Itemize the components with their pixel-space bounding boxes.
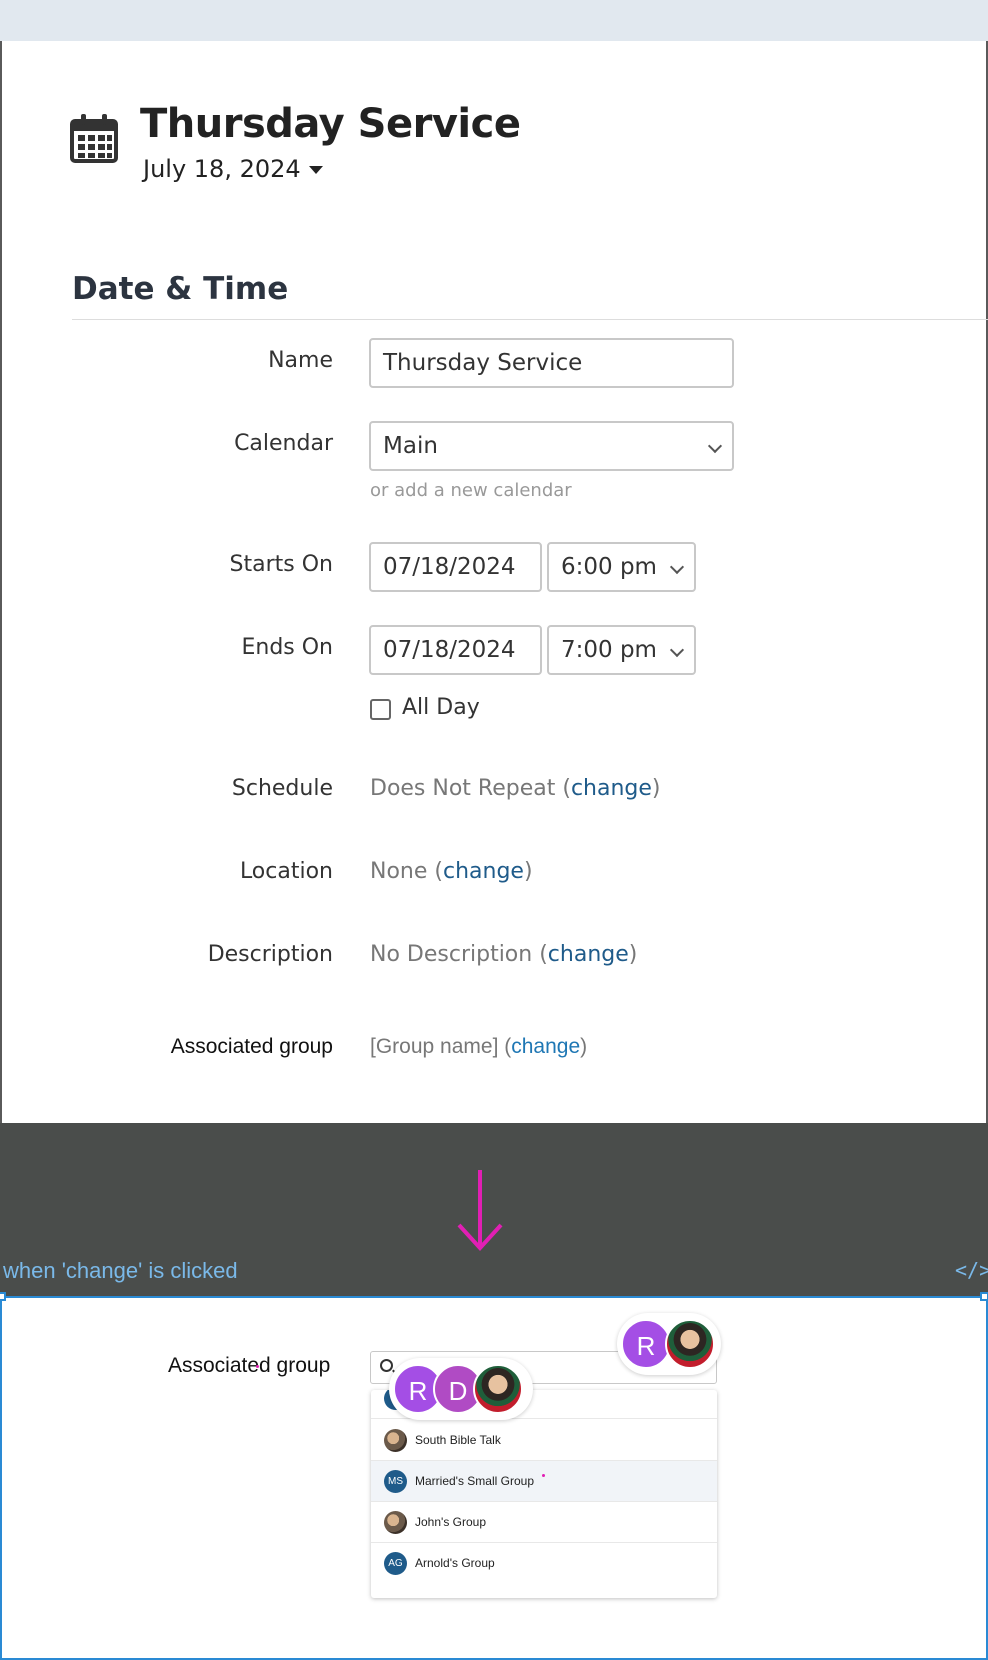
all-day-label: All Day: [402, 695, 480, 720]
top-bar: [0, 0, 988, 41]
location-value-row: None (change): [370, 859, 533, 884]
associated-group-change-link[interactable]: change: [511, 1035, 580, 1058]
calendar-value: Main: [383, 433, 438, 459]
name-value: Thursday Service: [383, 350, 583, 376]
event-date-selector[interactable]: July 18, 2024: [143, 155, 323, 183]
schedule-label: Schedule: [231, 776, 333, 801]
end-time-select[interactable]: 7:00 pm: [547, 625, 696, 675]
group-avatar: [384, 1511, 407, 1534]
collaborator-presence-group: R D: [389, 1358, 533, 1420]
arrow-down-icon: [457, 1170, 503, 1251]
group-name: John's Group: [415, 1515, 486, 1529]
schedule-value-row: Does Not Repeat (change): [370, 776, 661, 801]
end-date-value: 07/18/2024: [383, 637, 516, 663]
associated-group-label: Associated group: [170, 1035, 333, 1058]
location-change-link[interactable]: change: [443, 859, 524, 884]
annotation-caption: when 'change' is clicked: [3, 1258, 238, 1283]
collaborator-avatar-photo[interactable]: [473, 1364, 523, 1414]
end-time-value: 7:00 pm: [561, 637, 657, 663]
cursor-dot: [256, 1365, 259, 1368]
end-date-input[interactable]: 07/18/2024: [369, 625, 542, 675]
start-date-value: 07/18/2024: [383, 554, 516, 580]
collaborator-avatar[interactable]: R: [621, 1319, 671, 1369]
event-page: Thursday Service July 18, 2024 Date & Ti…: [0, 41, 988, 1123]
ends-on-label: Ends On: [241, 635, 333, 660]
associated-group-value: [Group name]: [370, 1035, 499, 1058]
chevron-down-icon: [669, 642, 685, 658]
schedule-change-link[interactable]: change: [571, 776, 652, 801]
list-item[interactable]: John's Group: [371, 1502, 717, 1543]
group-avatar: [384, 1429, 407, 1452]
description-label: Description: [207, 942, 333, 967]
list-item[interactable]: AG Arnold's Group: [371, 1543, 717, 1584]
expanded-associated-group-label: Associated group: [168, 1354, 331, 1377]
group-dropdown: South Bible Talk MS Married's Small Grou…: [371, 1390, 717, 1598]
calendar-label: Calendar: [234, 431, 333, 456]
code-toggle-icon[interactable]: </>: [955, 1258, 988, 1282]
start-time-select[interactable]: 6:00 pm: [547, 542, 696, 592]
location-value: None: [370, 859, 428, 884]
group-name: Arnold's Group: [415, 1556, 495, 1570]
start-time-value: 6:00 pm: [561, 554, 657, 580]
add-calendar-link[interactable]: or add a new calendar: [370, 480, 572, 501]
search-icon: [380, 1359, 393, 1372]
resize-handle-top-left[interactable]: [0, 1292, 6, 1301]
description-value-row: No Description (change): [370, 942, 638, 967]
group-avatar: MS: [384, 1470, 407, 1493]
section-title: Date & Time: [72, 271, 289, 307]
chevron-down-icon: [669, 559, 685, 575]
event-date: July 18, 2024: [143, 155, 301, 183]
chevron-down-icon: [707, 438, 723, 454]
caret-down-icon: [308, 166, 323, 174]
list-item[interactable]: South Bible Talk: [371, 1420, 717, 1461]
location-label: Location: [239, 859, 333, 884]
associated-group-value-row: [Group name] (change): [370, 1035, 588, 1058]
page-title: Thursday Service: [140, 101, 521, 147]
cursor-dot: [542, 1474, 545, 1477]
calendar-select[interactable]: Main: [369, 421, 734, 471]
description-value: No Description: [370, 942, 533, 967]
collaborator-avatar-photo[interactable]: [665, 1319, 715, 1369]
resize-handle-top-right[interactable]: [980, 1292, 988, 1301]
group-avatar: AG: [384, 1552, 407, 1575]
starts-on-label: Starts On: [229, 552, 333, 577]
name-input[interactable]: Thursday Service: [369, 338, 734, 388]
description-change-link[interactable]: change: [548, 942, 629, 967]
all-day-checkbox[interactable]: [370, 699, 391, 720]
name-label: Name: [268, 348, 333, 373]
section-divider: [72, 319, 988, 320]
schedule-value: Does Not Repeat: [370, 776, 556, 801]
group-name: Married's Small Group: [415, 1474, 534, 1488]
start-date-input[interactable]: 07/18/2024: [369, 542, 542, 592]
group-name: South Bible Talk: [415, 1433, 501, 1447]
list-item[interactable]: MS Married's Small Group: [371, 1461, 717, 1502]
calendar-icon: [70, 114, 118, 163]
collaborator-presence-group: R: [617, 1313, 721, 1375]
